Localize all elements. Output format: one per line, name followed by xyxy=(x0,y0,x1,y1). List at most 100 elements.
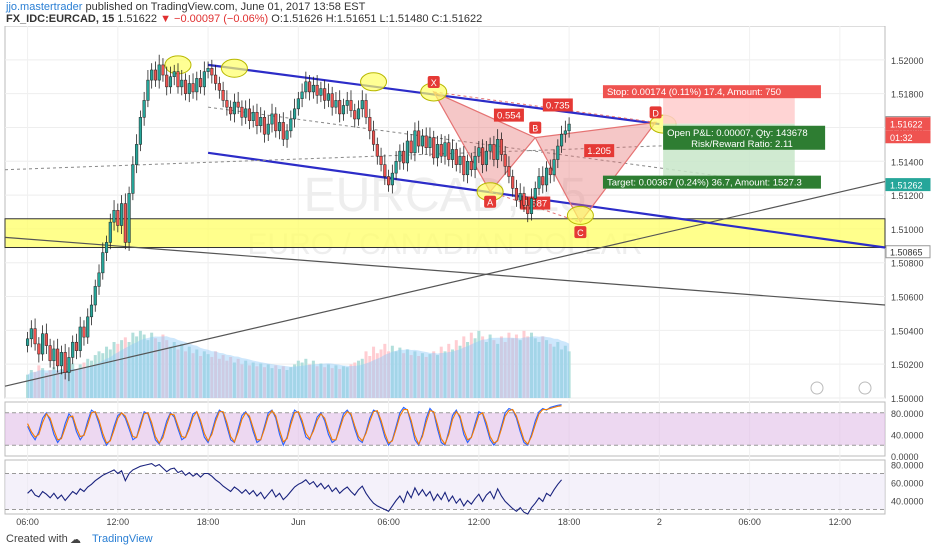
candle-body xyxy=(477,147,481,157)
price-tick-label: 1.50800 xyxy=(891,259,924,269)
symbol-name[interactable]: FX_IDC:EURCAD, 15 xyxy=(6,13,114,25)
candle-body xyxy=(296,98,300,110)
candle-body xyxy=(402,150,406,164)
publish-info: published on TradingView.com, June 01, 2… xyxy=(85,1,366,13)
time-tick-label: 06:00 xyxy=(377,517,400,527)
candle-body xyxy=(319,88,323,96)
candle-body xyxy=(484,150,488,165)
time-axis[interactable]: 06:00 12:00 18:00 Jun 06:00 12:00 18:00 2 06:00 1… xyxy=(16,517,851,527)
stoch-band xyxy=(5,412,885,446)
candle-body xyxy=(89,304,94,318)
candle-body xyxy=(221,90,225,101)
candle-body xyxy=(349,100,353,111)
candle-body xyxy=(311,84,315,93)
candle-body xyxy=(473,155,477,170)
last-price: 1.51622 xyxy=(117,13,158,25)
candle-body xyxy=(214,74,218,84)
price-tick-label: 1.50000 xyxy=(891,394,924,404)
footer: Created with ☁ TradingView xyxy=(0,530,932,550)
event-flag-ca-icon xyxy=(858,381,872,395)
candle-body xyxy=(398,150,402,162)
ratio-label: 0.554 xyxy=(497,111,521,122)
stoch-tick-label: 80.0000 xyxy=(891,409,924,419)
candle-body xyxy=(326,93,330,101)
candle-body xyxy=(266,123,270,135)
candle-body xyxy=(375,144,379,157)
candle-body xyxy=(244,108,248,118)
candle-body xyxy=(496,139,500,160)
candle-body xyxy=(345,100,349,106)
candle-body xyxy=(315,84,319,96)
candle-body xyxy=(447,142,451,160)
candle-body xyxy=(387,176,391,186)
price-tick-label: 1.50600 xyxy=(891,293,924,303)
candle-body xyxy=(63,352,67,373)
candle-body xyxy=(552,159,556,176)
time-tick-label: 12:00 xyxy=(829,517,852,527)
candle-body xyxy=(101,252,105,274)
candle-body xyxy=(469,161,473,170)
candle-body xyxy=(465,161,470,176)
ohlc-values: O:1.51626 H:1.51651 L:1.51480 C:1.51622 xyxy=(271,13,483,25)
candle-body xyxy=(526,204,530,214)
time-tick-label: 18:00 xyxy=(197,517,220,527)
time-tick-label: 18:00 xyxy=(558,517,581,527)
rsi-tick-label: 40.0000 xyxy=(891,497,924,507)
candle-body xyxy=(59,352,63,367)
tradingview-link[interactable]: TradingView xyxy=(92,533,153,545)
candle-body xyxy=(41,333,45,355)
author-link[interactable]: jjo.mastertrader xyxy=(6,1,82,13)
candle-body xyxy=(37,343,41,355)
candle-body xyxy=(44,333,48,346)
candle-body xyxy=(161,64,165,76)
candle-body xyxy=(52,348,56,362)
rr-label: Risk/Reward Ratio: 2.11 xyxy=(691,139,793,150)
candle-body xyxy=(180,79,184,88)
candle-body xyxy=(413,130,417,154)
candle-body xyxy=(443,142,447,157)
highlight-ellipse xyxy=(566,205,594,225)
support-resistance-zone xyxy=(4,218,886,249)
candle-body xyxy=(277,122,282,132)
candle-body xyxy=(202,71,206,88)
price-tag-label: 1.50865 xyxy=(890,248,923,258)
price-tag-label: 1.51622 xyxy=(890,120,923,130)
candle-body xyxy=(556,145,560,160)
price-tick-label: 1.51200 xyxy=(891,191,924,201)
price-tick-label: 1.52000 xyxy=(891,56,924,66)
candle-body xyxy=(432,137,436,159)
candle-body xyxy=(293,108,297,120)
candle-body xyxy=(364,100,368,118)
candle-body xyxy=(82,326,86,338)
candle-body xyxy=(210,68,214,76)
candle-body xyxy=(131,164,135,194)
candle-body xyxy=(511,176,515,189)
candle-body xyxy=(368,117,372,132)
rsi-tick-label: 60.0000 xyxy=(891,479,924,489)
time-tick-label: 12:00 xyxy=(468,517,491,527)
candle-body xyxy=(285,130,289,140)
candle-body xyxy=(67,357,71,373)
down-arrow-icon: ▼ xyxy=(160,13,171,25)
yellow-zone xyxy=(4,218,886,249)
candle-body xyxy=(454,149,458,165)
ratio-label: 0.735 xyxy=(546,100,570,111)
candle-body xyxy=(289,118,293,132)
candle-body xyxy=(356,108,361,120)
candle-body xyxy=(323,88,327,101)
candle-body xyxy=(262,117,267,135)
candle-body xyxy=(120,203,124,226)
candle-body xyxy=(259,117,263,127)
candle-body xyxy=(25,338,30,346)
candle-body xyxy=(458,155,462,165)
chart-area[interactable]: EURCAD, 15EURO / CANADIAN DOLLAR XABCD0.… xyxy=(0,26,932,530)
candle-body xyxy=(529,198,534,214)
candle-body xyxy=(93,286,97,306)
candle-body xyxy=(371,130,376,145)
highlight-ellipse xyxy=(360,72,388,92)
candle-body xyxy=(424,135,428,148)
target-label: Target: 0.00367 (0.24%) 36.7, Amount: 15… xyxy=(607,178,802,189)
candle-body xyxy=(135,144,139,165)
candle-body xyxy=(123,203,127,243)
price-tick-label: 1.50200 xyxy=(891,360,924,370)
